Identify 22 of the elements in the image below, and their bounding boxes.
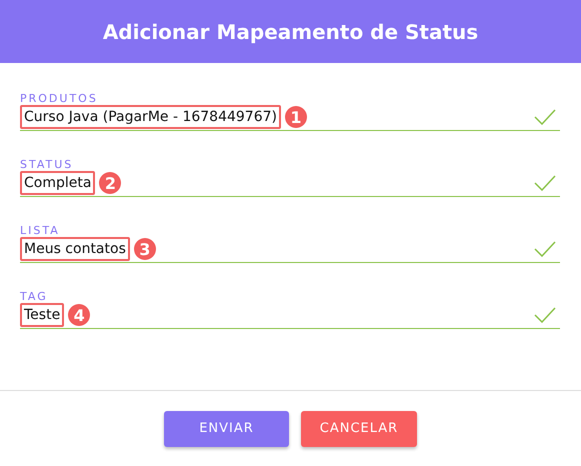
annotation-marker: 2 [99, 172, 122, 194]
select-field[interactable]: Completa 2 [20, 171, 560, 197]
submit-button[interactable]: ENVIAR [164, 410, 289, 446]
annotation-marker: 1 [285, 106, 307, 128]
field-value: Curso Java (PagarMe - 1678449767) [20, 105, 281, 129]
check-icon [534, 109, 556, 125]
annotation-marker: 4 [68, 304, 90, 326]
select-field[interactable]: Curso Java (PagarMe - 1678449767) 1 [20, 105, 560, 131]
field-label: TAG [20, 291, 48, 303]
field-label: STATUS [20, 159, 74, 171]
field-value: Meus contatos [20, 237, 130, 261]
annotation-marker: 3 [134, 238, 156, 260]
check-icon [534, 241, 556, 257]
field-value: Completa [20, 171, 96, 195]
field-label: PRODUTOS [20, 93, 98, 105]
check-icon [534, 175, 556, 191]
dialog-title: Adicionar Mapeamento de Status [102, 20, 478, 44]
field-value: Teste [20, 303, 64, 327]
select-field[interactable]: Teste 4 [20, 303, 560, 329]
check-icon [534, 307, 556, 323]
select-field[interactable]: Meus contatos 3 [20, 237, 560, 263]
field-label: LISTA [20, 225, 60, 237]
